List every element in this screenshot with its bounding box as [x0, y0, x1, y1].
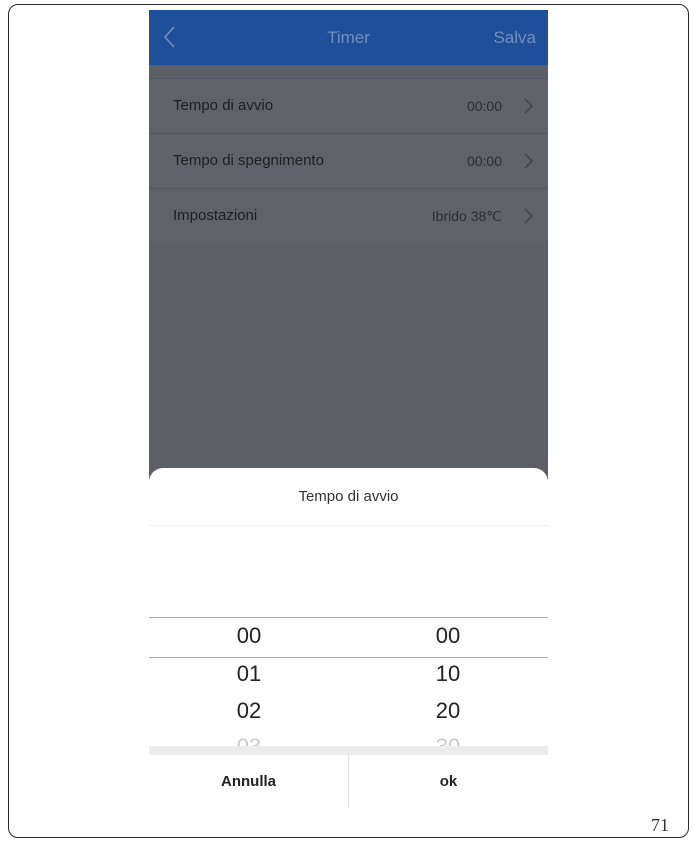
hour-option[interactable]: 00: [149, 623, 349, 649]
time-picker-sheet: Tempo di avvio 00 01 02 03 00 10 20 30 A…: [149, 468, 548, 808]
hour-option[interactable]: 01: [149, 661, 349, 687]
button-divider: [149, 746, 548, 755]
ok-button[interactable]: ok: [349, 755, 548, 808]
row-label: Tempo di avvio: [173, 97, 274, 114]
minute-option[interactable]: 10: [348, 661, 548, 687]
hour-option[interactable]: 02: [149, 698, 349, 724]
row-start-time[interactable]: Tempo di avvio 00:00: [149, 78, 548, 132]
row-value: Ibrido 38℃: [431, 208, 502, 224]
selection-line-top: [149, 617, 548, 618]
page-title: Timer: [327, 28, 370, 47]
chevron-right-icon: [524, 208, 533, 224]
app-header: Timer Salva: [149, 10, 548, 65]
picker-title: Tempo di avvio: [149, 468, 548, 526]
cancel-button[interactable]: Annulla: [149, 755, 349, 808]
row-value: 00:00: [466, 153, 502, 169]
minute-option[interactable]: 20: [348, 698, 548, 724]
row-value: 00:00: [466, 98, 502, 114]
row-label: Tempo di spegnimento: [173, 152, 324, 169]
chevron-right-icon: [524, 153, 533, 169]
picker-buttons: Annulla ok: [149, 755, 548, 808]
row-settings[interactable]: Impostazioni Ibrido 38℃: [149, 188, 548, 242]
page-number: 71: [651, 815, 669, 835]
phone-screenshot: Timer Salva Tempo di avvio 00:00 Tempo d…: [149, 10, 548, 808]
selection-line-bottom: [149, 657, 548, 658]
row-stop-time[interactable]: Tempo di spegnimento 00:00: [149, 133, 548, 187]
minute-option[interactable]: 00: [348, 623, 548, 649]
chevron-right-icon: [524, 98, 533, 114]
row-label: Impostazioni: [173, 207, 258, 224]
save-button[interactable]: Salva: [493, 10, 536, 65]
